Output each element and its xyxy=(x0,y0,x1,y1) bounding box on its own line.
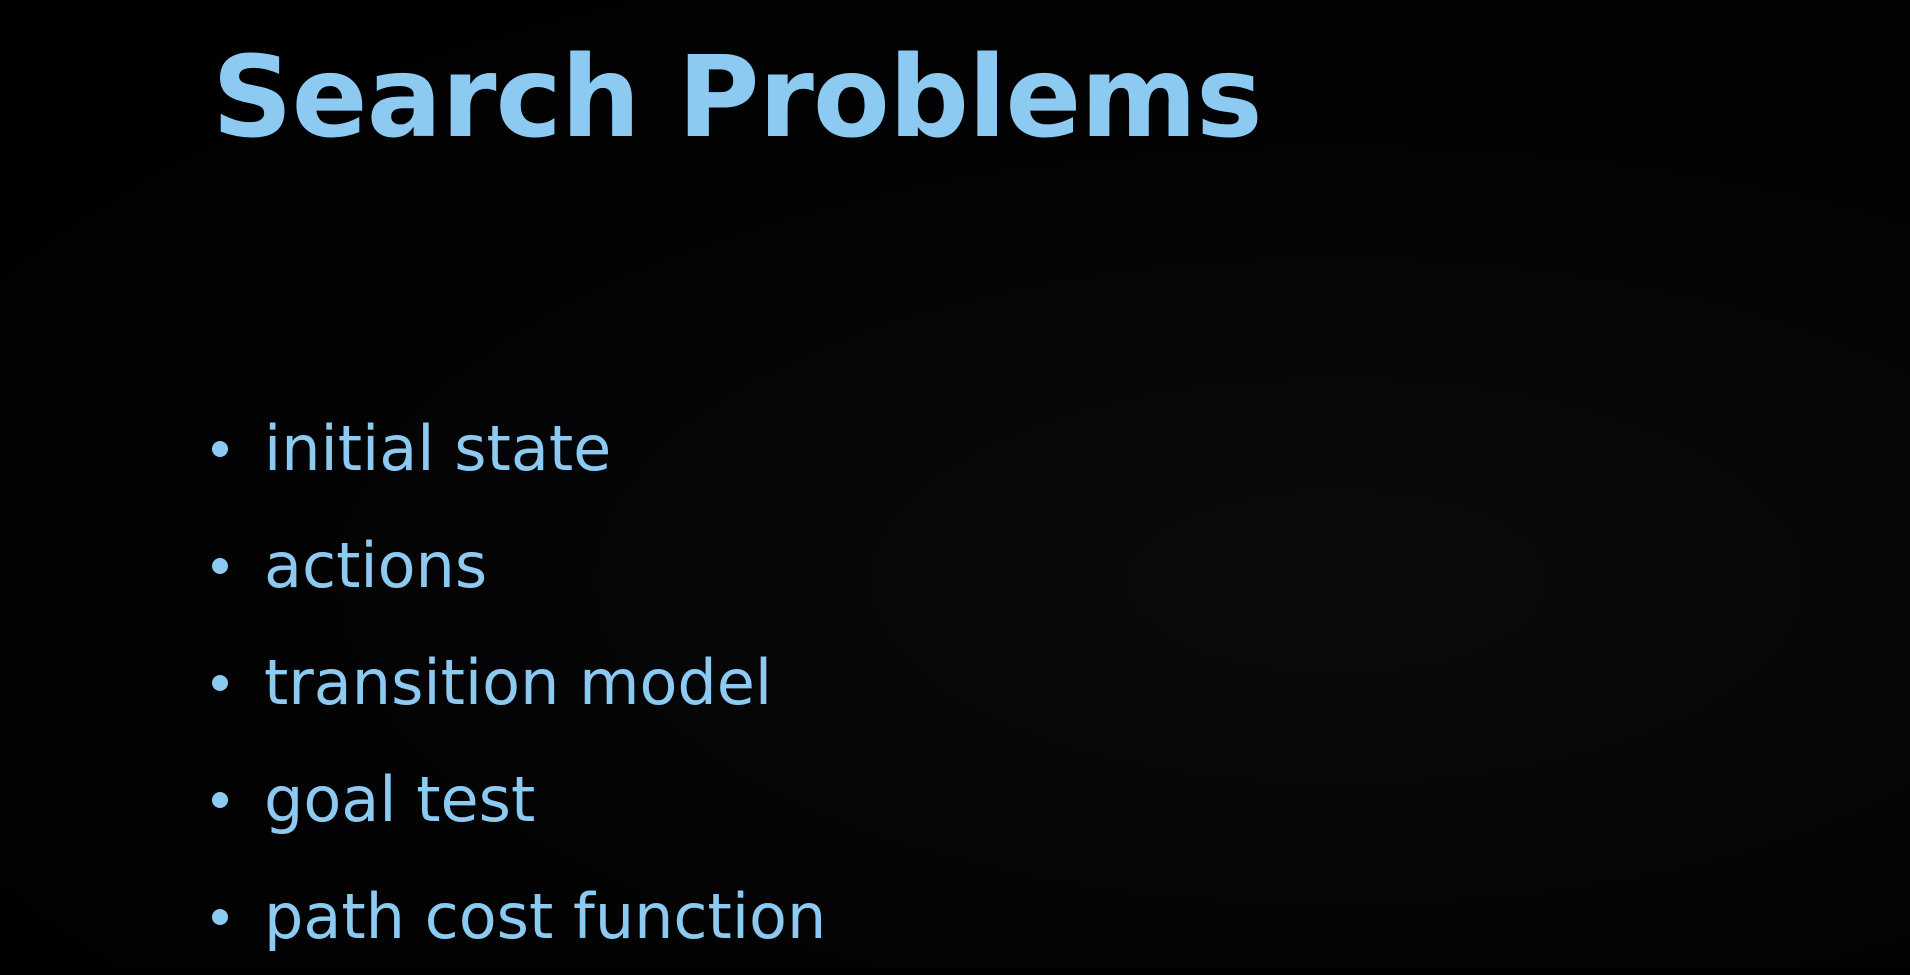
list-item: transition model xyxy=(212,624,826,741)
bullet-icon xyxy=(212,557,228,574)
list-item: initial state xyxy=(212,390,826,507)
bullet-icon xyxy=(212,908,228,925)
bullet-text: actions xyxy=(264,529,488,602)
list-item: actions xyxy=(212,507,826,624)
bullet-list: initial state actions transition model g… xyxy=(212,390,826,975)
bullet-icon xyxy=(212,674,228,691)
slide-title: Search Problems xyxy=(212,33,1263,163)
slide: Search Problems initial state actions tr… xyxy=(0,0,1910,969)
bullet-text: path cost function xyxy=(264,880,827,953)
bullet-text: transition model xyxy=(264,646,773,719)
list-item: path cost function xyxy=(212,858,826,975)
bullet-text: goal test xyxy=(264,763,536,836)
bullet-text: initial state xyxy=(264,412,612,485)
bullet-icon xyxy=(212,791,228,808)
list-item: goal test xyxy=(212,741,826,858)
bullet-icon xyxy=(212,440,228,457)
